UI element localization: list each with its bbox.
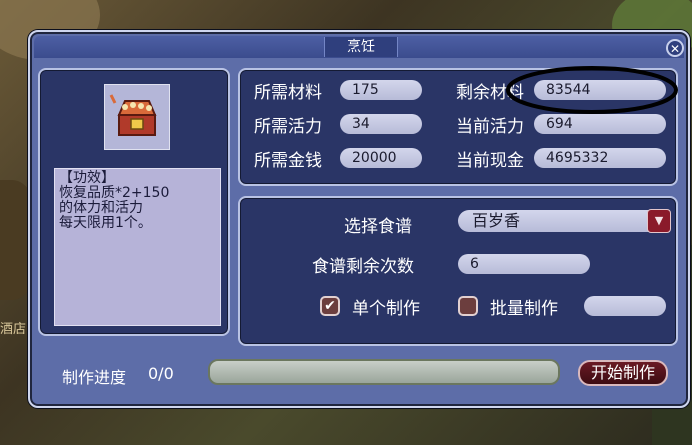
single-make-label: 单个制作 bbox=[352, 299, 420, 319]
treasure-chest-icon bbox=[109, 94, 157, 136]
recipe-panel: 选择食谱 百岁香 ▼ 食谱剩余次数 6 ✔ 单个制作 批量制作 bbox=[238, 196, 678, 346]
material-need-value: 175 bbox=[340, 80, 422, 100]
item-description: 【功效】 恢复品质*2+150 的体力和活力 每天限用1个。 bbox=[54, 168, 221, 326]
batch-make-label: 批量制作 bbox=[490, 299, 558, 319]
energy-need-label: 所需活力 bbox=[254, 117, 322, 137]
desc-line: 的体力和活力 bbox=[59, 200, 143, 216]
money-now-value: 4695332 bbox=[534, 148, 666, 168]
highlight-circle-annotation bbox=[506, 66, 678, 114]
desc-line: 【功效】 bbox=[59, 170, 115, 186]
recipe-select-label: 选择食谱 bbox=[344, 217, 412, 237]
recipe-remaining-label: 食谱剩余次数 bbox=[312, 257, 414, 277]
energy-now-value: 694 bbox=[534, 114, 666, 134]
desc-line: 每天限用1个。 bbox=[59, 215, 152, 231]
money-need-label: 所需金钱 bbox=[254, 151, 322, 171]
chevron-down-icon[interactable]: ▼ bbox=[647, 209, 671, 233]
stats-panel: 所需材料 175 剩余材料 83544 所需活力 34 当前活力 694 所需金… bbox=[238, 66, 678, 186]
close-icon[interactable]: ✕ bbox=[666, 39, 684, 57]
progress-bar bbox=[208, 359, 560, 385]
item-slot[interactable] bbox=[104, 84, 170, 150]
shop-sign: 酒店 bbox=[0, 322, 27, 337]
recipe-remaining-value: 6 bbox=[458, 254, 590, 274]
batch-make-checkbox[interactable] bbox=[458, 296, 478, 316]
cooking-dialog: 烹饪 ✕ 【功效】 恢复品质*2+150 的体力和活力 每天限用1个。 所需材料 bbox=[28, 30, 690, 408]
money-now-label: 当前现金 bbox=[456, 151, 524, 171]
recipe-select[interactable]: 百岁香 ▼ bbox=[458, 209, 671, 233]
progress-label: 制作进度 bbox=[62, 368, 127, 387]
batch-count-input[interactable] bbox=[584, 296, 666, 316]
item-panel: 【功效】 恢复品质*2+150 的体力和活力 每天限用1个。 bbox=[38, 68, 230, 336]
single-make-checkbox[interactable]: ✔ bbox=[320, 296, 340, 316]
progress-value: 0/0 bbox=[148, 364, 174, 383]
material-need-label: 所需材料 bbox=[254, 83, 322, 103]
start-cooking-button[interactable]: 开始制作 bbox=[578, 360, 668, 386]
energy-need-value: 34 bbox=[340, 114, 422, 134]
dialog-titlebar: 烹饪 ✕ bbox=[34, 36, 684, 58]
desc-line: 恢复品质*2+150 bbox=[59, 185, 170, 201]
dialog-title: 烹饪 bbox=[324, 37, 398, 57]
money-need-value: 20000 bbox=[340, 148, 422, 168]
recipe-selected-value: 百岁香 bbox=[472, 211, 521, 230]
